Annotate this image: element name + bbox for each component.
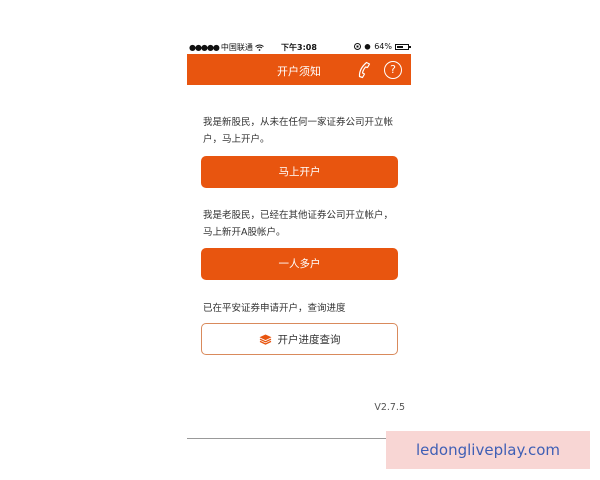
battery-percent: 64% — [374, 42, 392, 51]
open-account-button[interactable]: 马上开户 — [201, 156, 398, 188]
orientation-lock-icon — [354, 43, 362, 50]
progress-query-button[interactable]: 开户进度查询 — [201, 323, 398, 355]
layers-icon — [259, 334, 271, 345]
progress-text: 已在平安证券申请开户，查询进度 — [203, 303, 346, 314]
help-icon[interactable]: ? — [384, 61, 402, 79]
divider — [187, 438, 411, 439]
battery-fill — [397, 45, 403, 48]
alarm-icon — [364, 44, 371, 50]
multi-account-button[interactable]: 一人多户 — [201, 248, 398, 280]
phone-screen: ●●●●● 中国联通 下午3:08 64% 开户须知 ? 我是新股民，从未在任何… — [187, 40, 411, 440]
status-bar: ●●●●● 中国联通 下午3:08 64% — [187, 40, 411, 54]
phone-icon[interactable] — [355, 61, 373, 79]
status-right: 64% — [354, 42, 411, 51]
new-investor-text: 我是新股民，从未在任何一家证券公司开立帐户，马上开户。 — [203, 117, 394, 145]
watermark: ledongliveplay.com — [386, 431, 590, 469]
old-investor-text: 我是老股民，已经在其他证券公司开立帐户，马上新开A股帐户。 — [203, 210, 394, 238]
battery-icon — [395, 43, 411, 50]
nav-bar: 开户须知 ? — [187, 54, 411, 85]
page-title: 开户须知 — [277, 65, 321, 78]
version-label: V2.7.5 — [374, 402, 405, 413]
progress-query-label: 开户进度查询 — [277, 333, 341, 346]
